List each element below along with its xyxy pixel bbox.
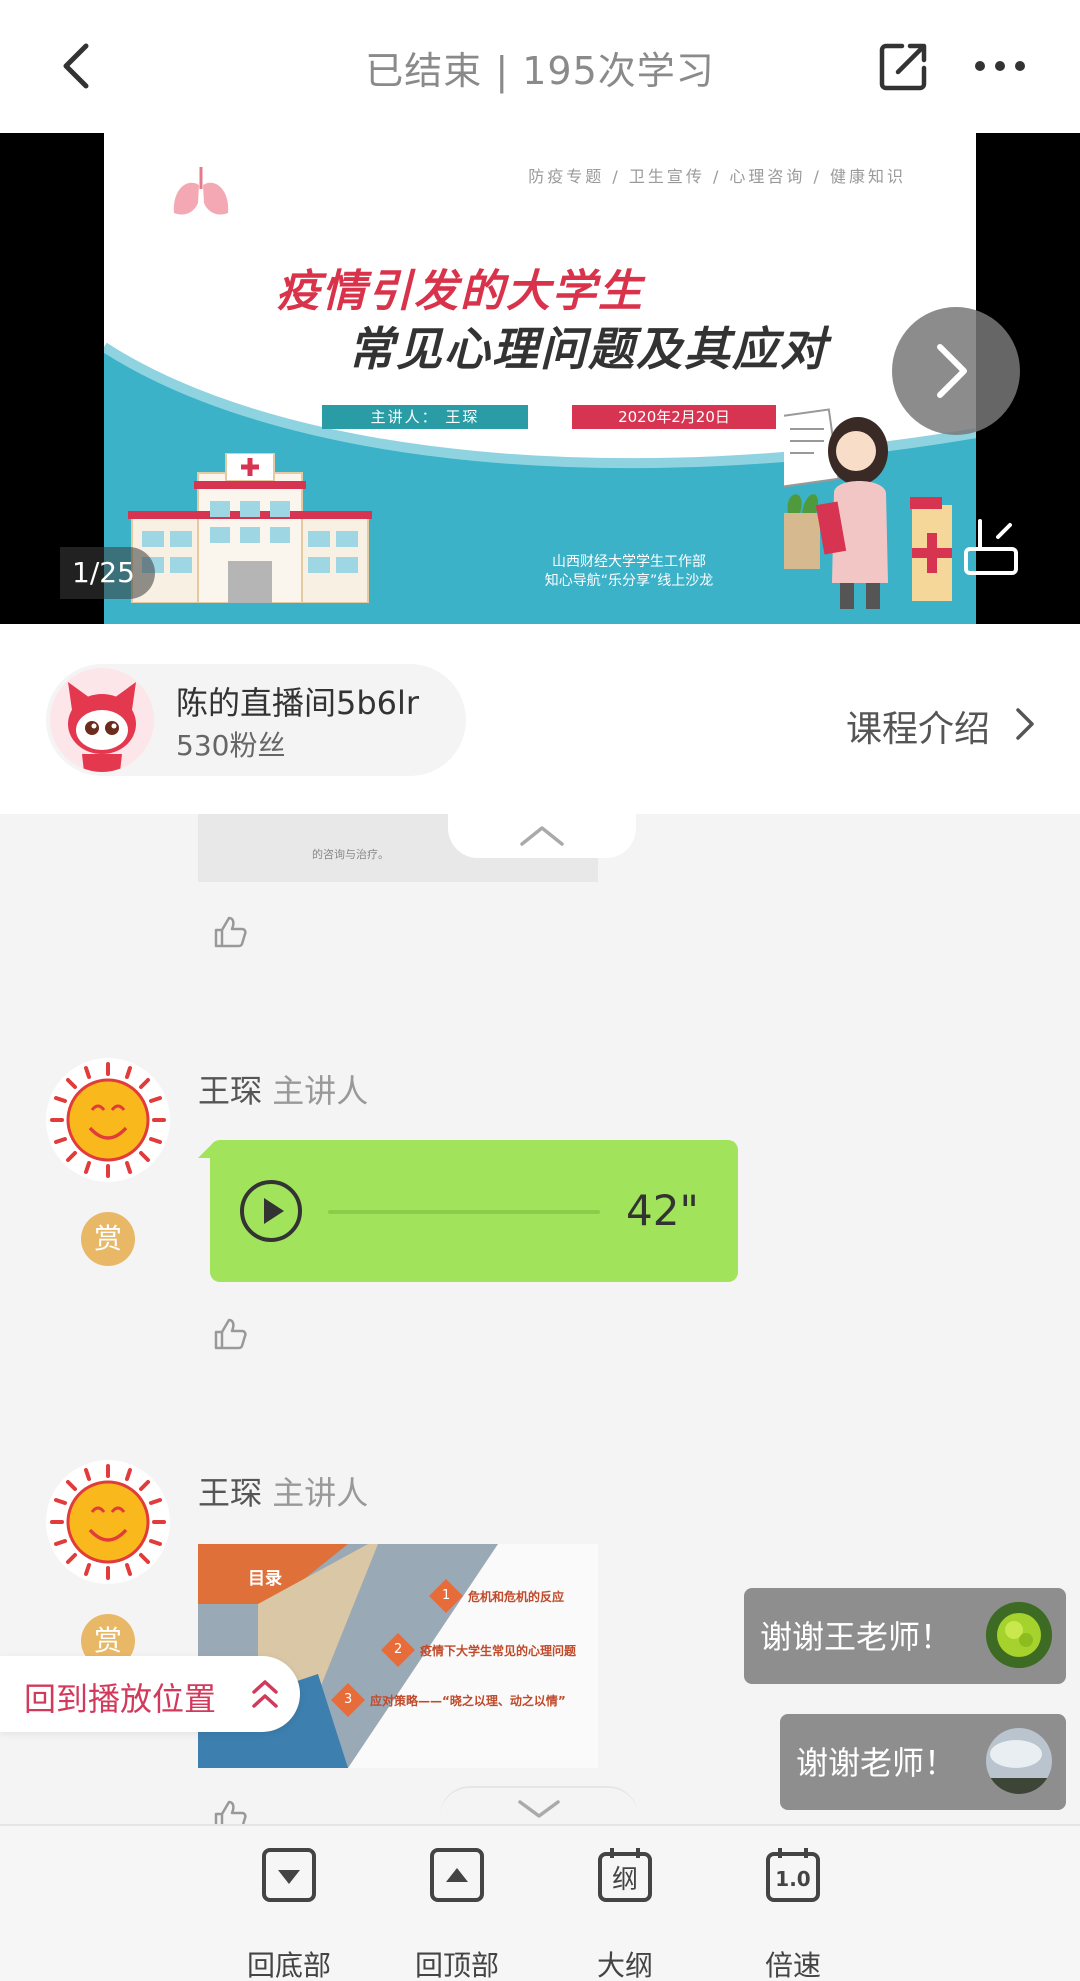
hospital-illustration xyxy=(128,453,372,603)
floating-comment: 谢谢王老师！ xyxy=(744,1588,1066,1684)
outline-button[interactable]: 纲 大纲 xyxy=(560,1826,690,1981)
more-options-icon[interactable] xyxy=(972,46,1028,86)
sky-photo-avatar xyxy=(986,1728,1052,1794)
speed-icon: 1.0 xyxy=(766,1848,820,1902)
thumbs-up-icon[interactable] xyxy=(212,1316,248,1352)
speaker-avatar[interactable] xyxy=(46,1058,170,1182)
landscape-toggle-icon[interactable] xyxy=(950,505,1032,587)
speed-label: 倍速 xyxy=(764,1949,821,1981)
commenter-avatar xyxy=(986,1602,1052,1668)
thumbnail-title: 目录 xyxy=(248,1569,282,1589)
double-chevron-up-icon xyxy=(252,1680,278,1708)
slide-speaker-label: 主讲人： 王琛 xyxy=(322,405,528,429)
chevron-up-icon xyxy=(520,826,564,846)
share-icon[interactable] xyxy=(876,40,930,94)
reward-button[interactable]: 赏 xyxy=(81,1212,135,1266)
author-role: 主讲人 xyxy=(272,1072,369,1110)
slide-counter: 1/25 xyxy=(60,547,155,599)
slide-title-line2: 常见心理问题及其应对 xyxy=(348,322,828,376)
thumbs-up-icon[interactable] xyxy=(212,914,248,950)
to-bottom-icon xyxy=(262,1848,316,1902)
svg-text:1.0: 1.0 xyxy=(775,1867,810,1891)
slide-date-label: 2020年2月20日 xyxy=(572,405,776,429)
lungs-icon xyxy=(173,167,229,215)
to-top-label: 回顶部 xyxy=(414,1949,499,1981)
play-icon[interactable] xyxy=(238,1178,304,1244)
bottom-toolbar: 回底部 回顶部 纲 大纲 1.0 倍速 xyxy=(0,1824,1080,1981)
cat-mascot-icon xyxy=(68,682,136,772)
outline-item: 疫情下大学生常见的心理问题 xyxy=(420,1644,577,1658)
author-role: 主讲人 xyxy=(272,1474,369,1512)
course-page: 已结束 | 195次学习 防疫专题 / 卫生宣传 / 心理咨询 / 健康知识 疫… xyxy=(0,0,1080,1981)
to-bottom-label: 回底部 xyxy=(246,1949,331,1981)
message-author: 王琛 主讲人 xyxy=(198,1072,369,1110)
to-top-icon xyxy=(430,1848,484,1902)
host-info-bar: 陈的直播间5b6lr 530粉丝 课程介绍 xyxy=(0,624,1080,814)
course-intro-link[interactable]: 课程介绍 xyxy=(846,700,990,752)
to-top-button[interactable]: 回顶部 xyxy=(392,1826,522,1981)
chevron-right-icon[interactable] xyxy=(1014,704,1038,744)
voice-progress-track[interactable] xyxy=(328,1210,600,1214)
sun-face-icon xyxy=(50,1062,166,1178)
outline-icon: 纲 xyxy=(598,1848,652,1902)
back-to-position-button[interactable]: 回到播放位置 xyxy=(0,1656,300,1732)
chevron-right-icon xyxy=(937,344,967,398)
commenter-avatar xyxy=(986,1728,1052,1794)
voice-message[interactable]: 42" xyxy=(210,1140,738,1282)
message-author: 王琛 主讲人 xyxy=(198,1474,369,1512)
next-slide-button[interactable] xyxy=(892,307,1020,435)
host-fans-count: 530粉丝 xyxy=(176,729,286,762)
outline-item: 危机和危机的反应 xyxy=(468,1590,565,1604)
host-avatar[interactable] xyxy=(50,668,154,772)
chevron-down-icon xyxy=(518,1800,560,1818)
speaker-avatar[interactable] xyxy=(46,1460,170,1584)
slide-image: 防疫专题 / 卫生宣传 / 心理咨询 / 健康知识 疫情引发的大学生 常见心理问… xyxy=(104,133,976,624)
speed-button[interactable]: 1.0 倍速 xyxy=(728,1826,858,1981)
thumbs-up-icon[interactable] xyxy=(212,1798,248,1824)
outline-item: 应对策略——“晓之以理、动之以情” xyxy=(370,1694,566,1708)
outline-label: 大纲 xyxy=(596,1949,653,1981)
header-bar: 已结束 | 195次学习 xyxy=(0,0,1080,133)
slide-categories: 防疫专题 / 卫生宣传 / 心理咨询 / 健康知识 xyxy=(528,167,906,186)
host-name: 陈的直播间5b6lr xyxy=(176,684,420,722)
expand-feed-tab[interactable] xyxy=(440,1786,638,1824)
sun-face-icon xyxy=(50,1464,166,1580)
voice-duration: 42" xyxy=(626,1186,699,1235)
collapse-feed-tab[interactable] xyxy=(448,814,636,858)
svg-text:纲: 纲 xyxy=(612,1865,638,1895)
slide-viewer[interactable]: 防疫专题 / 卫生宣传 / 心理咨询 / 健康知识 疫情引发的大学生 常见心理问… xyxy=(0,133,1080,624)
slide-organizer: 山西财经大学学生工作部 知心导航“乐分享”线上沙龙 xyxy=(544,554,714,589)
to-bottom-button[interactable]: 回底部 xyxy=(224,1826,354,1981)
slide-title-line1: 疫情引发的大学生 xyxy=(276,266,644,317)
floating-comment: 谢谢老师！ xyxy=(780,1714,1066,1810)
green-plant-avatar xyxy=(986,1602,1052,1668)
